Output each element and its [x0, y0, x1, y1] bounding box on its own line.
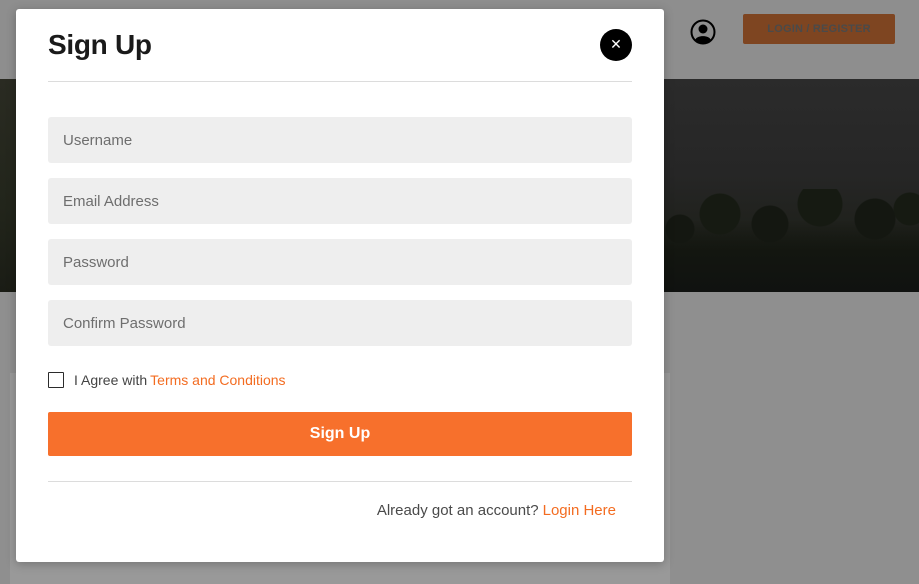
login-prompt: Already got an account? Login Here [377, 502, 616, 519]
terms-agreement: I Agree with Terms and Conditions [48, 371, 286, 389]
password-input[interactable] [48, 239, 632, 285]
hero-foliage-left [0, 79, 16, 292]
login-here-link[interactable]: Login Here [543, 502, 616, 519]
signup-modal: Sign Up ✕ I Agree with Terms and Conditi… [16, 9, 664, 562]
hero-treeline [660, 189, 919, 292]
footer-divider [48, 481, 632, 482]
terms-checkbox[interactable] [48, 372, 64, 388]
close-icon: ✕ [610, 37, 622, 53]
signup-submit-button[interactable]: Sign Up [48, 412, 632, 456]
confirm-password-input[interactable] [48, 300, 632, 346]
close-button[interactable]: ✕ [600, 29, 632, 61]
modal-title: Sign Up [48, 29, 152, 60]
email-input[interactable] [48, 178, 632, 224]
header-divider [48, 81, 632, 82]
username-input[interactable] [48, 117, 632, 163]
login-prompt-text: Already got an account? [376, 502, 539, 519]
terms-label: I Agree with [74, 372, 148, 388]
user-circle-icon[interactable] [690, 19, 716, 45]
terms-link[interactable]: Terms and Conditions [150, 372, 285, 388]
login-register-button[interactable]: LOGIN / REGISTER [743, 14, 895, 44]
